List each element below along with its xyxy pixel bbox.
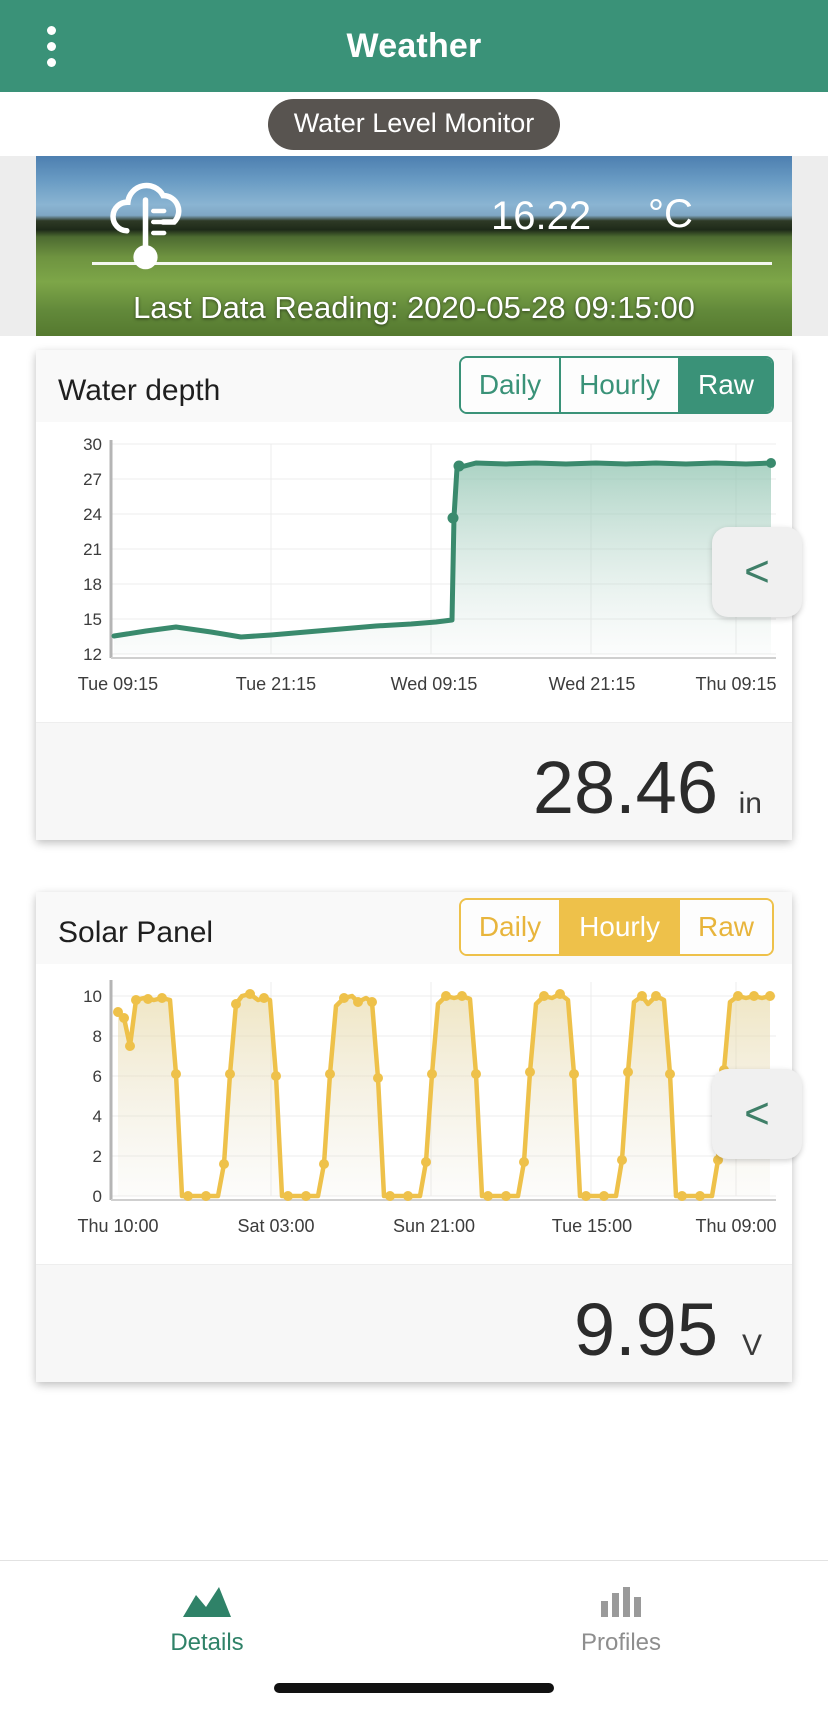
svg-text:Wed 21:15: Wed 21:15 (549, 674, 636, 694)
card-solar-panel: Solar Panel Daily Hourly Raw 10 8 6 4 2 … (36, 892, 802, 1382)
chevron-left-icon: < (744, 547, 770, 596)
svg-text:Tue 15:00: Tue 15:00 (552, 1216, 632, 1236)
range-segmented-control-water-depth: Daily Hourly Raw (458, 356, 774, 414)
svg-text:8: 8 (93, 1027, 102, 1046)
current-value: 9.95 (573, 1288, 718, 1371)
readout-solar-panel: 9.95 V (36, 1264, 792, 1382)
current-value-unit: in (738, 787, 762, 820)
segment-raw[interactable]: Raw (677, 358, 772, 412)
chart-solar-panel: 10 8 6 4 2 0 Thu 10:00 Sat 03:00 Sun 21:… (36, 964, 802, 1264)
temperature-value: 16.22 (491, 194, 592, 238)
svg-text:4: 4 (93, 1107, 102, 1126)
hero-wrapper: 16.22 °C Last Data Reading: 2020-05-28 0… (0, 156, 828, 336)
svg-text:Thu 09:00: Thu 09:00 (695, 1216, 776, 1236)
svg-text:15: 15 (83, 610, 102, 629)
previous-range-button-solar-panel[interactable]: < (712, 1069, 802, 1159)
kebab-menu-icon[interactable] (16, 25, 86, 67)
chevron-left-icon: < (744, 1089, 770, 1138)
kebab-dot (46, 41, 56, 51)
svg-text:Tue 09:15: Tue 09:15 (78, 674, 158, 694)
device-pill-bar: Water Level Monitor (0, 92, 828, 156)
svg-text:18: 18 (83, 575, 102, 594)
home-indicator (274, 1683, 554, 1693)
kebab-dot (46, 25, 56, 35)
segment-hourly[interactable]: Hourly (559, 358, 678, 412)
svg-text:2: 2 (93, 1147, 102, 1166)
hero-divider (92, 262, 772, 265)
temperature-unit: °C (648, 192, 693, 236)
solar-panel-plot: 10 8 6 4 2 0 Thu 10:00 Sat 03:00 Sun 21:… (77, 980, 777, 1236)
water-depth-area (114, 463, 771, 654)
svg-text:30: 30 (83, 435, 102, 454)
svg-text:24: 24 (83, 505, 102, 524)
last-data-reading: Last Data Reading: 2020-05-28 09:15:00 (133, 290, 695, 325)
nav-label: Profiles (580, 1629, 662, 1656)
x-tick-labels: Thu 10:00 Sat 03:00 Sun 21:00 Tue 15:00 … (77, 1216, 776, 1236)
svg-text:Thu 09:15: Thu 09:15 (695, 674, 776, 694)
readout-water-depth: 28.46 in (36, 722, 792, 840)
svg-text:27: 27 (83, 470, 102, 489)
area-chart-icon (183, 1587, 231, 1617)
chart-water-depth: 30 27 24 21 18 15 12 Tue 09:15 Tue 21:15… (36, 422, 802, 722)
y-tick-labels: 10 8 6 4 2 0 (83, 987, 102, 1206)
svg-text:Wed 09:15: Wed 09:15 (391, 674, 478, 694)
segment-hourly[interactable]: Hourly (559, 900, 678, 954)
svg-text:Sat 03:00: Sat 03:00 (237, 1216, 314, 1236)
bottom-navigation: Details Profiles (0, 1560, 828, 1715)
range-segmented-control-solar-panel: Daily Hourly Raw (458, 898, 774, 956)
svg-text:Sun 21:00: Sun 21:00 (393, 1216, 475, 1236)
svg-text:0: 0 (93, 1187, 102, 1206)
svg-text:21: 21 (83, 540, 102, 559)
data-point (447, 512, 459, 524)
page-title: Weather (346, 26, 482, 65)
water-depth-plot: 30 27 24 21 18 15 12 Tue 09:15 Tue 21:15… (78, 435, 777, 694)
card-water-depth: Water depth Daily Hourly Raw 30 27 24 21… (36, 350, 802, 840)
data-point (453, 460, 465, 472)
x-tick-labels: Tue 09:15 Tue 21:15 Wed 09:15 Wed 21:15 … (78, 674, 777, 694)
svg-text:6: 6 (93, 1067, 102, 1086)
kebab-dot (46, 57, 56, 67)
segment-raw[interactable]: Raw (677, 900, 772, 954)
segment-daily[interactable]: Daily (460, 358, 560, 412)
svg-text:12: 12 (83, 645, 102, 664)
card-header: Water depth Daily Hourly Raw (36, 350, 792, 422)
weather-hero: 16.22 °C Last Data Reading: 2020-05-28 0… (36, 156, 792, 336)
card-title: Solar Panel (58, 916, 214, 949)
current-value: 28.46 (532, 746, 718, 829)
current-value-unit: V (741, 1329, 762, 1362)
y-tick-labels: 30 27 24 21 18 15 12 (83, 435, 102, 664)
cloud-thermometer-icon (110, 182, 182, 270)
nav-label: Details (170, 1629, 244, 1656)
previous-range-button-water-depth[interactable]: < (712, 527, 802, 617)
segment-daily[interactable]: Daily (460, 900, 560, 954)
data-point (766, 458, 776, 468)
svg-text:Tue 21:15: Tue 21:15 (236, 674, 316, 694)
bar-chart-icon (601, 1587, 641, 1617)
card-title: Water depth (58, 374, 221, 407)
svg-text:10: 10 (83, 987, 102, 1006)
app-bar: Weather (0, 0, 828, 92)
device-name-chip[interactable]: Water Level Monitor (267, 98, 561, 150)
card-header: Solar Panel Daily Hourly Raw (36, 892, 792, 964)
svg-text:Thu 10:00: Thu 10:00 (77, 1216, 158, 1236)
